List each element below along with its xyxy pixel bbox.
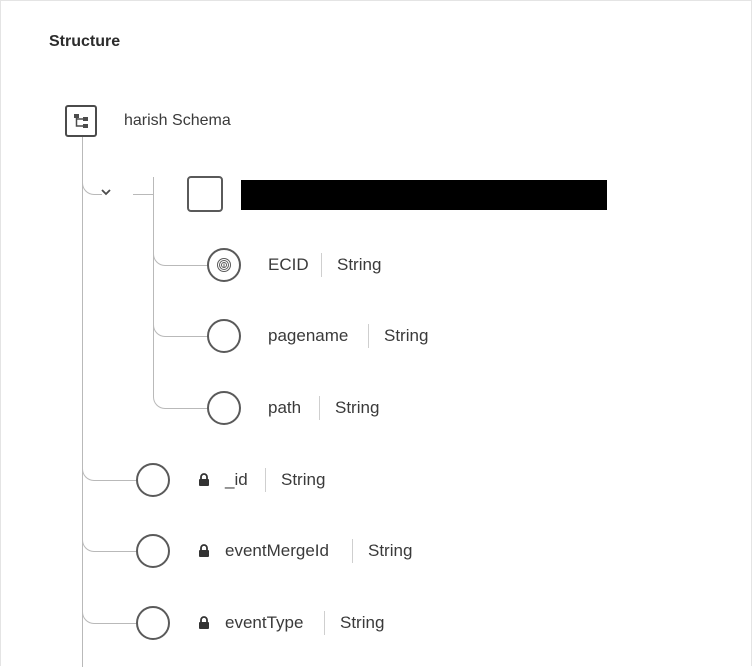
field-type-eventmergeid: String [368,541,413,560]
fingerprint-icon[interactable] [207,248,241,282]
structure-panel: Structure harish Schema ECID String page… [0,0,752,667]
field-name-pagename[interactable]: pagename [268,326,348,346]
structure-title: Structure [49,33,121,50]
field-name-id[interactable]: _id [225,470,248,490]
tree-connector [82,461,137,481]
tree-connector [153,177,154,217]
tree-trunk-line [82,137,83,667]
field-circle-icon[interactable] [207,391,241,425]
lock-icon [199,473,209,486]
tree-connector [153,246,208,266]
field-circle-icon[interactable] [136,534,170,568]
tree-connector [133,194,153,195]
nested-tree-line [153,217,154,392]
field-type-ecid: String [337,255,382,274]
field-circle-icon[interactable] [136,463,170,497]
field-type-path: String [335,398,380,417]
type-separator [321,253,322,277]
tree-connector [153,389,208,409]
type-separator [324,611,325,635]
type-separator [319,396,320,420]
root-schema-label[interactable]: harish Schema [124,112,231,130]
lock-icon [199,616,209,629]
field-name-path[interactable]: path [268,398,301,418]
field-type-id: String [281,470,326,489]
object-box-icon[interactable] [187,176,223,212]
lock-icon [199,544,209,557]
tree-connector [82,604,137,624]
field-type-eventtype: String [340,613,385,632]
type-separator [265,468,266,492]
field-circle-icon[interactable] [136,606,170,640]
schema-tree-icon[interactable] [65,105,97,137]
field-name-eventmergeid[interactable]: eventMergeId [225,541,329,561]
type-separator [352,539,353,563]
tree-connector [82,532,137,552]
field-type-pagename: String [384,326,429,345]
field-name-eventtype[interactable]: eventType [225,613,303,633]
chevron-down-icon[interactable] [98,184,114,200]
field-name-ecid[interactable]: ECID [268,255,309,275]
redacted-object-name [241,180,607,210]
type-separator [368,324,369,348]
tree-connector [153,317,208,337]
field-circle-icon[interactable] [207,319,241,353]
